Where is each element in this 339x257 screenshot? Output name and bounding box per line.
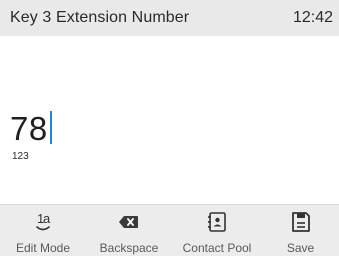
contact-pool-icon [205,211,229,233]
save-button[interactable]: Save [262,205,339,257]
contact-pool-label: Contact Pool [182,241,252,255]
title-bar: Key 3 Extension Number 12:42 [0,0,339,36]
softkey-bar: 1 a Edit Mode Backspace Contact Pool Sav… [0,204,339,256]
page-title: Key 3 Extension Number [10,9,190,26]
phone-screen: Key 3 Extension Number 12:42 78 123 1 a … [0,0,339,256]
input-mode-indicator: 123 [12,151,29,162]
input-value: 78 [10,110,48,147]
clock: 12:42 [292,9,333,26]
edit-mode-icon: 1 a [31,211,55,233]
edit-mode-button[interactable]: 1 a Edit Mode [0,205,86,257]
save-label: Save [286,241,315,255]
backspace-button[interactable]: Backspace [86,205,172,257]
save-icon [289,211,313,233]
edit-mode-label: Edit Mode [15,241,71,255]
text-cursor [49,111,52,144]
backspace-label: Backspace [99,241,159,255]
svg-text:a: a [43,211,51,226]
extension-number-input[interactable]: 78 [10,107,52,147]
backspace-icon [117,211,141,233]
input-area[interactable]: 78 123 [0,36,339,204]
contact-pool-button[interactable]: Contact Pool [172,205,262,257]
